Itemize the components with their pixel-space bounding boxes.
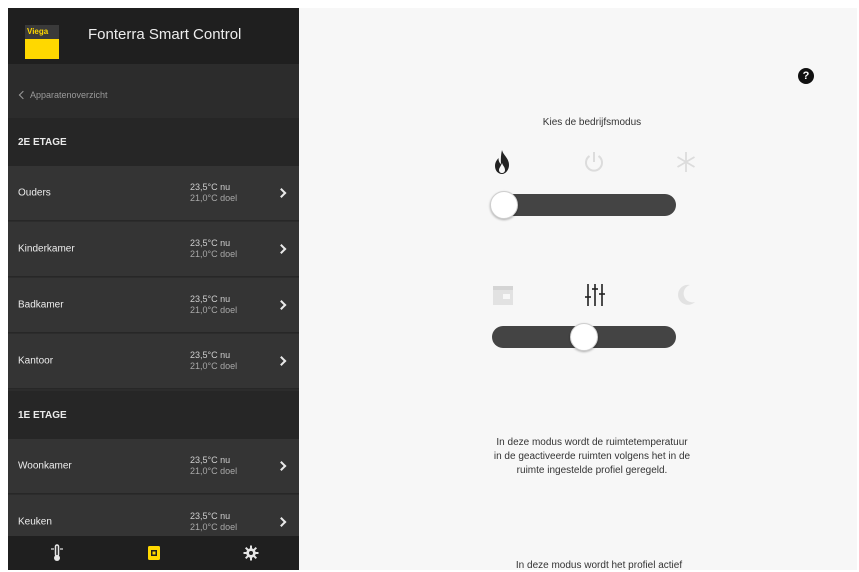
chevron-left-icon <box>18 90 28 100</box>
target-temperature: 21,0°C doel <box>190 249 238 259</box>
room-temperature: 23,5°C nu 21,0°C doel <box>190 511 237 533</box>
room-name: Keuken <box>18 516 52 528</box>
room-name: Badkamer <box>18 299 64 311</box>
tab-settings[interactable] <box>202 536 299 570</box>
profile-mode-slider[interactable] <box>492 323 676 351</box>
current-temperature: 23,5°C nu <box>190 350 231 360</box>
tab-temperature[interactable] <box>8 536 105 570</box>
sidebar-header: Viega Fonterra Smart Control <box>8 8 299 64</box>
section-header-2e-etage: 2E ETAGE <box>8 118 299 166</box>
help-button[interactable]: ? <box>798 68 814 84</box>
room-item-ouders[interactable]: Ouders 23,5°C nu 21,0°C doel <box>8 166 299 221</box>
logo-text: Viega <box>27 27 49 36</box>
room-name: Kinderkamer <box>18 243 75 255</box>
current-temperature: 23,5°C nu <box>190 455 231 465</box>
current-temperature: 23,5°C nu <box>190 511 231 521</box>
back-to-device-overview-link[interactable]: Apparatenoverzicht <box>18 90 108 100</box>
operating-mode-icons <box>479 145 709 179</box>
operating-mode-slider[interactable] <box>490 191 676 219</box>
mode-extra-text: In deze modus wordt het profiel actief <box>515 560 683 570</box>
tab-devices[interactable] <box>105 536 202 570</box>
target-temperature: 21,0°C doel <box>190 361 238 371</box>
sliders-icon[interactable] <box>583 282 607 308</box>
room-temperature: 23,5°C nu 21,0°C doel <box>190 294 237 316</box>
room-item-woonkamer[interactable]: Woonkamer 23,5°C nu 21,0°C doel <box>8 439 299 494</box>
main-panel: ? Kies de bedrijfsmodus In deze modus wo… <box>299 8 857 570</box>
section-header-1e-etage: 1E ETAGE <box>8 391 299 439</box>
chevron-right-icon <box>276 517 287 527</box>
room-temperature: 23,5°C nu 21,0°C doel <box>190 350 237 372</box>
chevron-right-icon <box>276 188 287 198</box>
viega-logo: Viega <box>24 24 60 60</box>
flame-icon[interactable] <box>491 149 513 175</box>
sidebar: Viega Fonterra Smart Control Apparatenov… <box>8 8 299 570</box>
chevron-right-icon <box>276 244 287 254</box>
mode-heading: Kies de bedrijfsmodus <box>542 117 642 128</box>
operating-mode-slider-knob[interactable] <box>490 191 518 219</box>
room-temperature: 23,5°C nu 21,0°C doel <box>190 182 237 204</box>
room-temperature: 23,5°C nu 21,0°C doel <box>190 238 237 260</box>
thermometer-icon <box>50 544 63 561</box>
room-item-kinderkamer[interactable]: Kinderkamer 23,5°C nu 21,0°C doel <box>8 222 299 277</box>
power-icon[interactable] <box>583 150 605 174</box>
current-temperature: 23,5°C nu <box>190 294 231 304</box>
current-temperature: 23,5°C nu <box>190 238 231 248</box>
chevron-right-icon <box>276 461 287 471</box>
chevron-right-icon <box>276 300 287 310</box>
room-name: Kantoor <box>18 355 54 367</box>
target-temperature: 21,0°C doel <box>190 193 238 203</box>
room-name: Woonkamer <box>18 460 72 472</box>
target-temperature: 21,0°C doel <box>190 305 238 315</box>
mode-description: In deze modus wordt de ruimtetemperatuur… <box>493 437 691 476</box>
gear-icon <box>243 545 258 561</box>
bottom-tab-bar <box>8 536 299 570</box>
room-name: Ouders <box>18 187 51 199</box>
calendar-icon[interactable] <box>491 283 515 307</box>
profile-mode-icons <box>479 278 709 312</box>
snowflake-icon[interactable] <box>675 150 697 174</box>
current-temperature: 23,5°C nu <box>190 182 231 192</box>
target-temperature: 21,0°C doel <box>190 522 238 532</box>
app-title: Fonterra Smart Control <box>88 26 242 43</box>
room-item-badkamer[interactable]: Badkamer 23,5°C nu 21,0°C doel <box>8 278 299 333</box>
room-temperature: 23,5°C nu 21,0°C doel <box>190 455 237 477</box>
back-link-label: Apparatenoverzicht <box>30 90 108 100</box>
profile-mode-slider-knob[interactable] <box>570 323 598 351</box>
app-window: Viega Fonterra Smart Control Apparatenov… <box>8 8 857 570</box>
moon-icon[interactable] <box>675 283 697 307</box>
target-temperature: 21,0°C doel <box>190 466 238 476</box>
room-item-kantoor[interactable]: Kantoor 23,5°C nu 21,0°C doel <box>8 334 299 389</box>
device-icon <box>147 546 160 560</box>
chevron-right-icon <box>276 356 287 366</box>
